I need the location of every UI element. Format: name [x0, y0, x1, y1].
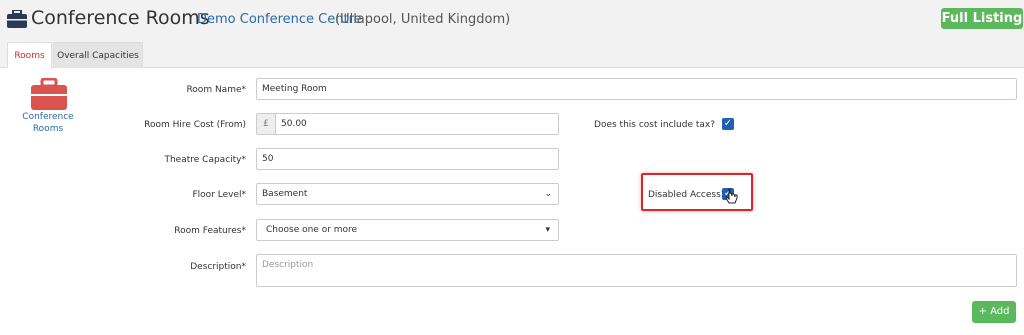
chevron-down-icon: ⌄	[544, 189, 552, 199]
plus-icon: +	[978, 306, 991, 317]
theatre-capacity-label: Theatre Capacity*	[164, 155, 246, 165]
full-listing-button[interactable]: Full Listing	[941, 8, 1023, 29]
page-title: Conference Rooms	[31, 7, 210, 29]
tab-overall-capacities[interactable]: Overall Capacities	[53, 42, 143, 69]
description-label: Description*	[190, 262, 246, 272]
hire-cost-input[interactable]: 50.00	[275, 113, 559, 135]
room-features-label: Room Features*	[174, 226, 246, 236]
floor-level-value: Basement	[262, 189, 308, 199]
include-tax-checkbox[interactable]: ✓	[722, 118, 734, 130]
currency-prefix: £	[256, 113, 275, 135]
briefcase-icon	[31, 78, 67, 110]
briefcase-icon	[7, 10, 27, 28]
disabled-access-label: Disabled Access?	[648, 190, 726, 200]
sidebar-label: Conference Rooms	[22, 112, 74, 134]
floor-level-select[interactable]: Basement ⌄	[256, 183, 559, 205]
include-tax-label: Does this cost include tax?	[594, 120, 715, 130]
hire-cost-label: Room Hire Cost (From)	[144, 120, 246, 130]
tab-bar: Rooms Overall Capacities	[0, 38, 1024, 69]
tab-rooms[interactable]: Rooms	[7, 42, 52, 69]
room-name-label: Room Name*	[186, 85, 246, 95]
pointer-cursor-icon	[725, 188, 738, 204]
floor-level-label: Floor Level*	[192, 190, 246, 200]
room-name-input[interactable]: Meeting Room	[256, 78, 1017, 100]
theatre-capacity-input[interactable]: 50	[256, 148, 559, 170]
description-textarea[interactable]: Description	[256, 254, 1017, 287]
caret-down-icon: ▾	[545, 225, 550, 235]
room-features-select[interactable]: Choose one or more ▾	[256, 219, 559, 241]
venue-location: (Ullapool, United Kingdom)	[335, 12, 511, 27]
room-features-placeholder: Choose one or more	[266, 225, 358, 235]
page-header: Conference Rooms Demo Conference Centre …	[0, 0, 1024, 38]
add-button[interactable]: + Add	[972, 301, 1016, 323]
